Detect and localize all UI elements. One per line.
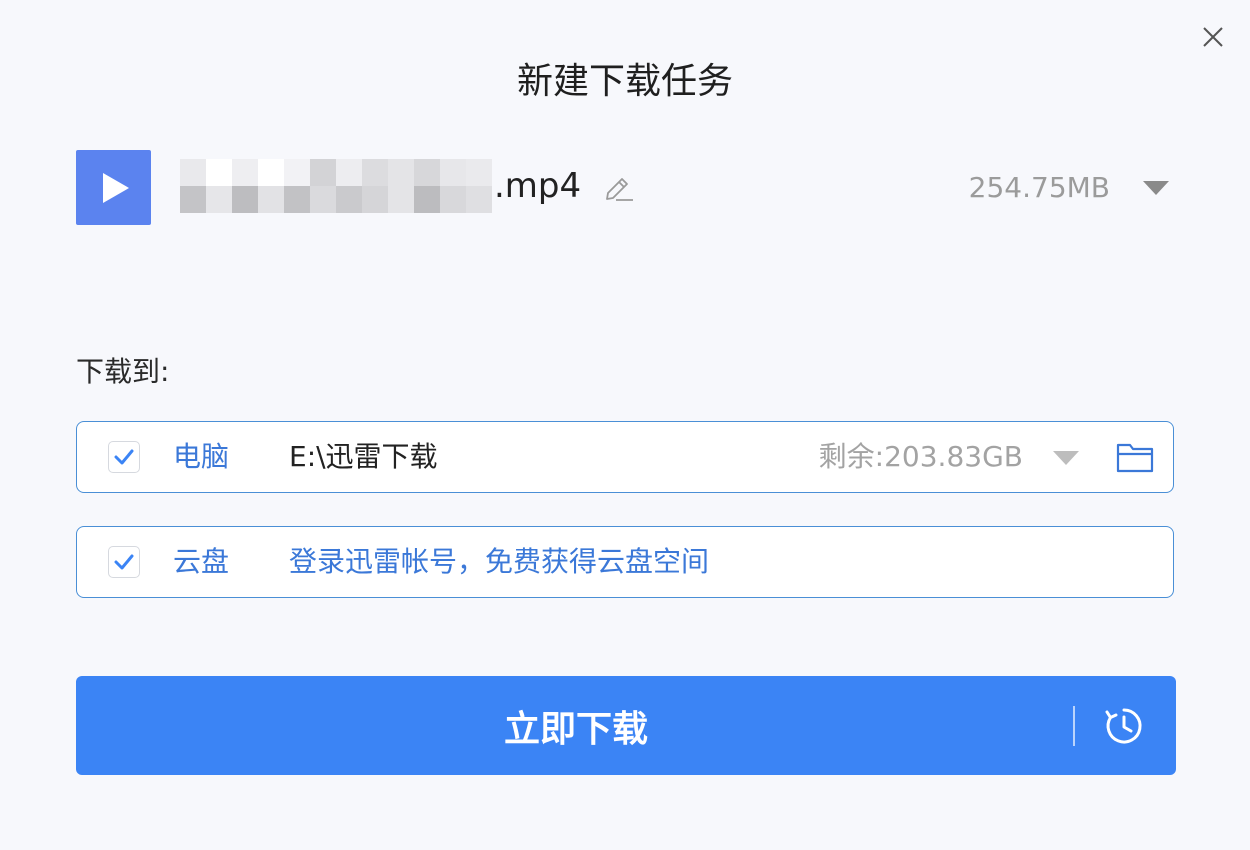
path-history-dropdown[interactable]	[1051, 446, 1081, 470]
file-extension: .mp4	[494, 166, 582, 206]
folder-icon	[1116, 443, 1154, 473]
free-space-text: 剩余:203.83GB	[818, 440, 1023, 473]
download-now-label: 立即下载	[503, 708, 648, 750]
new-download-dialog: 新建下载任务 .mp4 254.75MB 下载到: 电脑 E:\迅雷下载 剩余:…	[0, 0, 1250, 850]
video-file-icon	[76, 150, 151, 225]
pc-label: 电脑	[173, 440, 230, 473]
dialog-title: 新建下载任务	[516, 61, 733, 102]
check-icon	[114, 449, 134, 465]
download-to-label: 下载到:	[76, 355, 170, 388]
file-options-dropdown[interactable]	[1142, 176, 1170, 200]
button-divider	[1073, 706, 1075, 746]
cloud-destination-box: 云盘 登录迅雷帐号，免费获得云盘空间	[76, 526, 1174, 598]
file-size: 254.75MB	[968, 171, 1110, 204]
pc-destination-box: 电脑 E:\迅雷下载 剩余:203.83GB	[76, 421, 1174, 493]
cloud-label: 云盘	[173, 545, 230, 578]
browse-folder-button[interactable]	[1115, 439, 1155, 475]
blurred-file-name	[180, 159, 492, 213]
close-button[interactable]	[1196, 20, 1230, 54]
login-link[interactable]: 登录迅雷帐号，免费获得云盘空间	[289, 542, 709, 582]
triangle-down-icon	[1053, 451, 1079, 465]
clock-refresh-icon	[1105, 708, 1142, 744]
file-name: .mp4	[180, 156, 637, 216]
pc-checkbox[interactable]	[108, 441, 140, 473]
triangle-down-icon	[1143, 181, 1169, 195]
rename-button[interactable]	[601, 168, 637, 204]
pencil-icon	[606, 178, 634, 201]
download-path-field[interactable]: E:\迅雷下载	[289, 437, 438, 477]
file-info-row: .mp4 254.75MB	[76, 150, 1176, 226]
cloud-checkbox[interactable]	[108, 546, 140, 578]
close-icon	[1203, 27, 1223, 47]
scheduled-download-button[interactable]	[1102, 704, 1146, 748]
download-now-button[interactable]: 立即下载	[76, 676, 1176, 775]
play-icon	[102, 172, 129, 203]
check-icon	[114, 554, 134, 570]
